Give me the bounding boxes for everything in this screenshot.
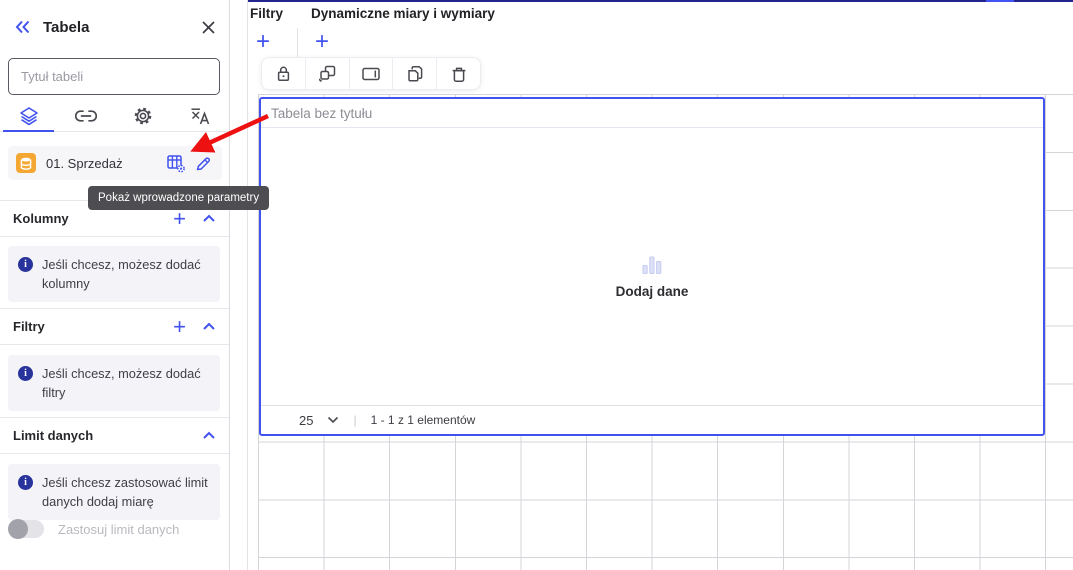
info-icon: i [18, 366, 33, 381]
lock-icon[interactable] [262, 58, 305, 89]
limit-toggle[interactable] [8, 519, 44, 539]
section-header-filtry: Filtry + [0, 308, 229, 345]
info-text: Jeśli chcesz zastosować limit danych dod… [42, 475, 208, 510]
info-icon: i [18, 257, 33, 272]
layers-icon [19, 107, 38, 126]
tab-settings[interactable] [115, 101, 172, 131]
close-icon[interactable] [201, 20, 216, 35]
pagination-separator: | [353, 413, 357, 427]
add-filter-button[interactable]: + [173, 315, 186, 338]
parameters-tooltip: Pokaż wprowadzone parametry [88, 186, 270, 210]
bar-chart-icon [642, 256, 662, 274]
add-dynamic-measure-button[interactable]: + [315, 30, 329, 54]
limit-toggle-row: Zastosuj limit danych [8, 519, 180, 539]
panel-tabs [0, 101, 229, 132]
canvas-dynamic-measures-header: Dynamiczne miary i wymiary [311, 6, 495, 21]
show-parameters-icon[interactable] [166, 154, 186, 173]
collapse-section-icon[interactable] [202, 322, 216, 331]
section-header-limit-danych: Limit danych [0, 417, 229, 454]
section-title: Limit danych [13, 428, 94, 443]
widget-toolbar [261, 57, 481, 90]
panel-header: Tabela [13, 14, 216, 40]
delete-icon[interactable] [436, 58, 480, 89]
limit-toggle-label: Zastosuj limit danych [58, 521, 180, 537]
table-editor-screen: Filtry Dynamiczne miary i wymiary + + Ta… [0, 0, 1073, 570]
panel-right-icon[interactable] [348, 58, 393, 89]
canvas-filters-header: Filtry [250, 6, 284, 21]
pagination-range: 1 - 1 z 1 elementów [370, 413, 476, 427]
dataset-source-icon [16, 153, 36, 173]
tab-link[interactable] [57, 101, 114, 131]
translate-icon [191, 108, 210, 125]
link-icon [74, 110, 97, 122]
widget-empty-state[interactable]: Dodaj dane [261, 255, 1043, 299]
dataset-label: 01. Sprzedaż [46, 155, 123, 171]
table-settings-panel: Tabela Tytuł tabeli 01. Sprzedaż Kolumny… [0, 0, 230, 570]
dataset-row[interactable]: 01. Sprzedaż [8, 146, 222, 180]
dashboard-canvas: Filtry Dynamiczne miary i wymiary + + Ta… [247, 0, 1073, 570]
collapse-section-icon[interactable] [202, 431, 216, 440]
info-box-filtry: i Jeśli chcesz, możesz dodać filtry [8, 355, 220, 412]
add-data-label: Dodaj dane [615, 284, 689, 299]
table-title-input[interactable] [8, 58, 220, 95]
canvas-top-line [248, 0, 1073, 2]
edit-icon[interactable] [195, 155, 212, 172]
section-title: Kolumny [13, 211, 69, 226]
canvas-top-line-highlight [986, 0, 1014, 2]
swap-widget-icon[interactable] [304, 58, 349, 89]
add-column-button[interactable]: + [173, 207, 186, 230]
info-text: Jeśli chcesz, możesz dodać filtry [42, 366, 201, 401]
widget-title: Tabela bez tytułu [271, 105, 373, 121]
info-box-kolumny: i Jeśli chcesz, możesz dodać kolumny [8, 246, 220, 303]
widget-pagination: 25 | 1 - 1 z 1 elementów [261, 405, 1043, 434]
widget-title-row[interactable]: Tabela bez tytułu [261, 99, 1043, 128]
table-widget[interactable]: Tabela bez tytułu Dodaj dane 25 | 1 - 1 … [259, 97, 1045, 436]
add-canvas-filter-button[interactable]: + [256, 30, 270, 54]
section-title: Filtry [13, 319, 45, 334]
collapse-section-icon[interactable] [202, 214, 216, 223]
tab-translate[interactable] [172, 101, 229, 131]
page-size-value[interactable]: 25 [299, 413, 313, 428]
panel-title: Tabela [43, 18, 90, 36]
copy-icon[interactable] [392, 58, 436, 89]
chevron-down-icon [328, 416, 339, 424]
toggle-knob [8, 519, 28, 539]
page-size-dropdown[interactable] [327, 416, 339, 424]
info-icon: i [18, 475, 33, 490]
gear-icon [134, 107, 152, 125]
info-text: Jeśli chcesz, możesz dodać kolumny [42, 257, 201, 292]
info-box-limit-danych: i Jeśli chcesz zastosować limit danych d… [8, 464, 220, 521]
tab-layers[interactable] [0, 101, 57, 132]
collapse-panel-icon[interactable] [13, 19, 32, 35]
